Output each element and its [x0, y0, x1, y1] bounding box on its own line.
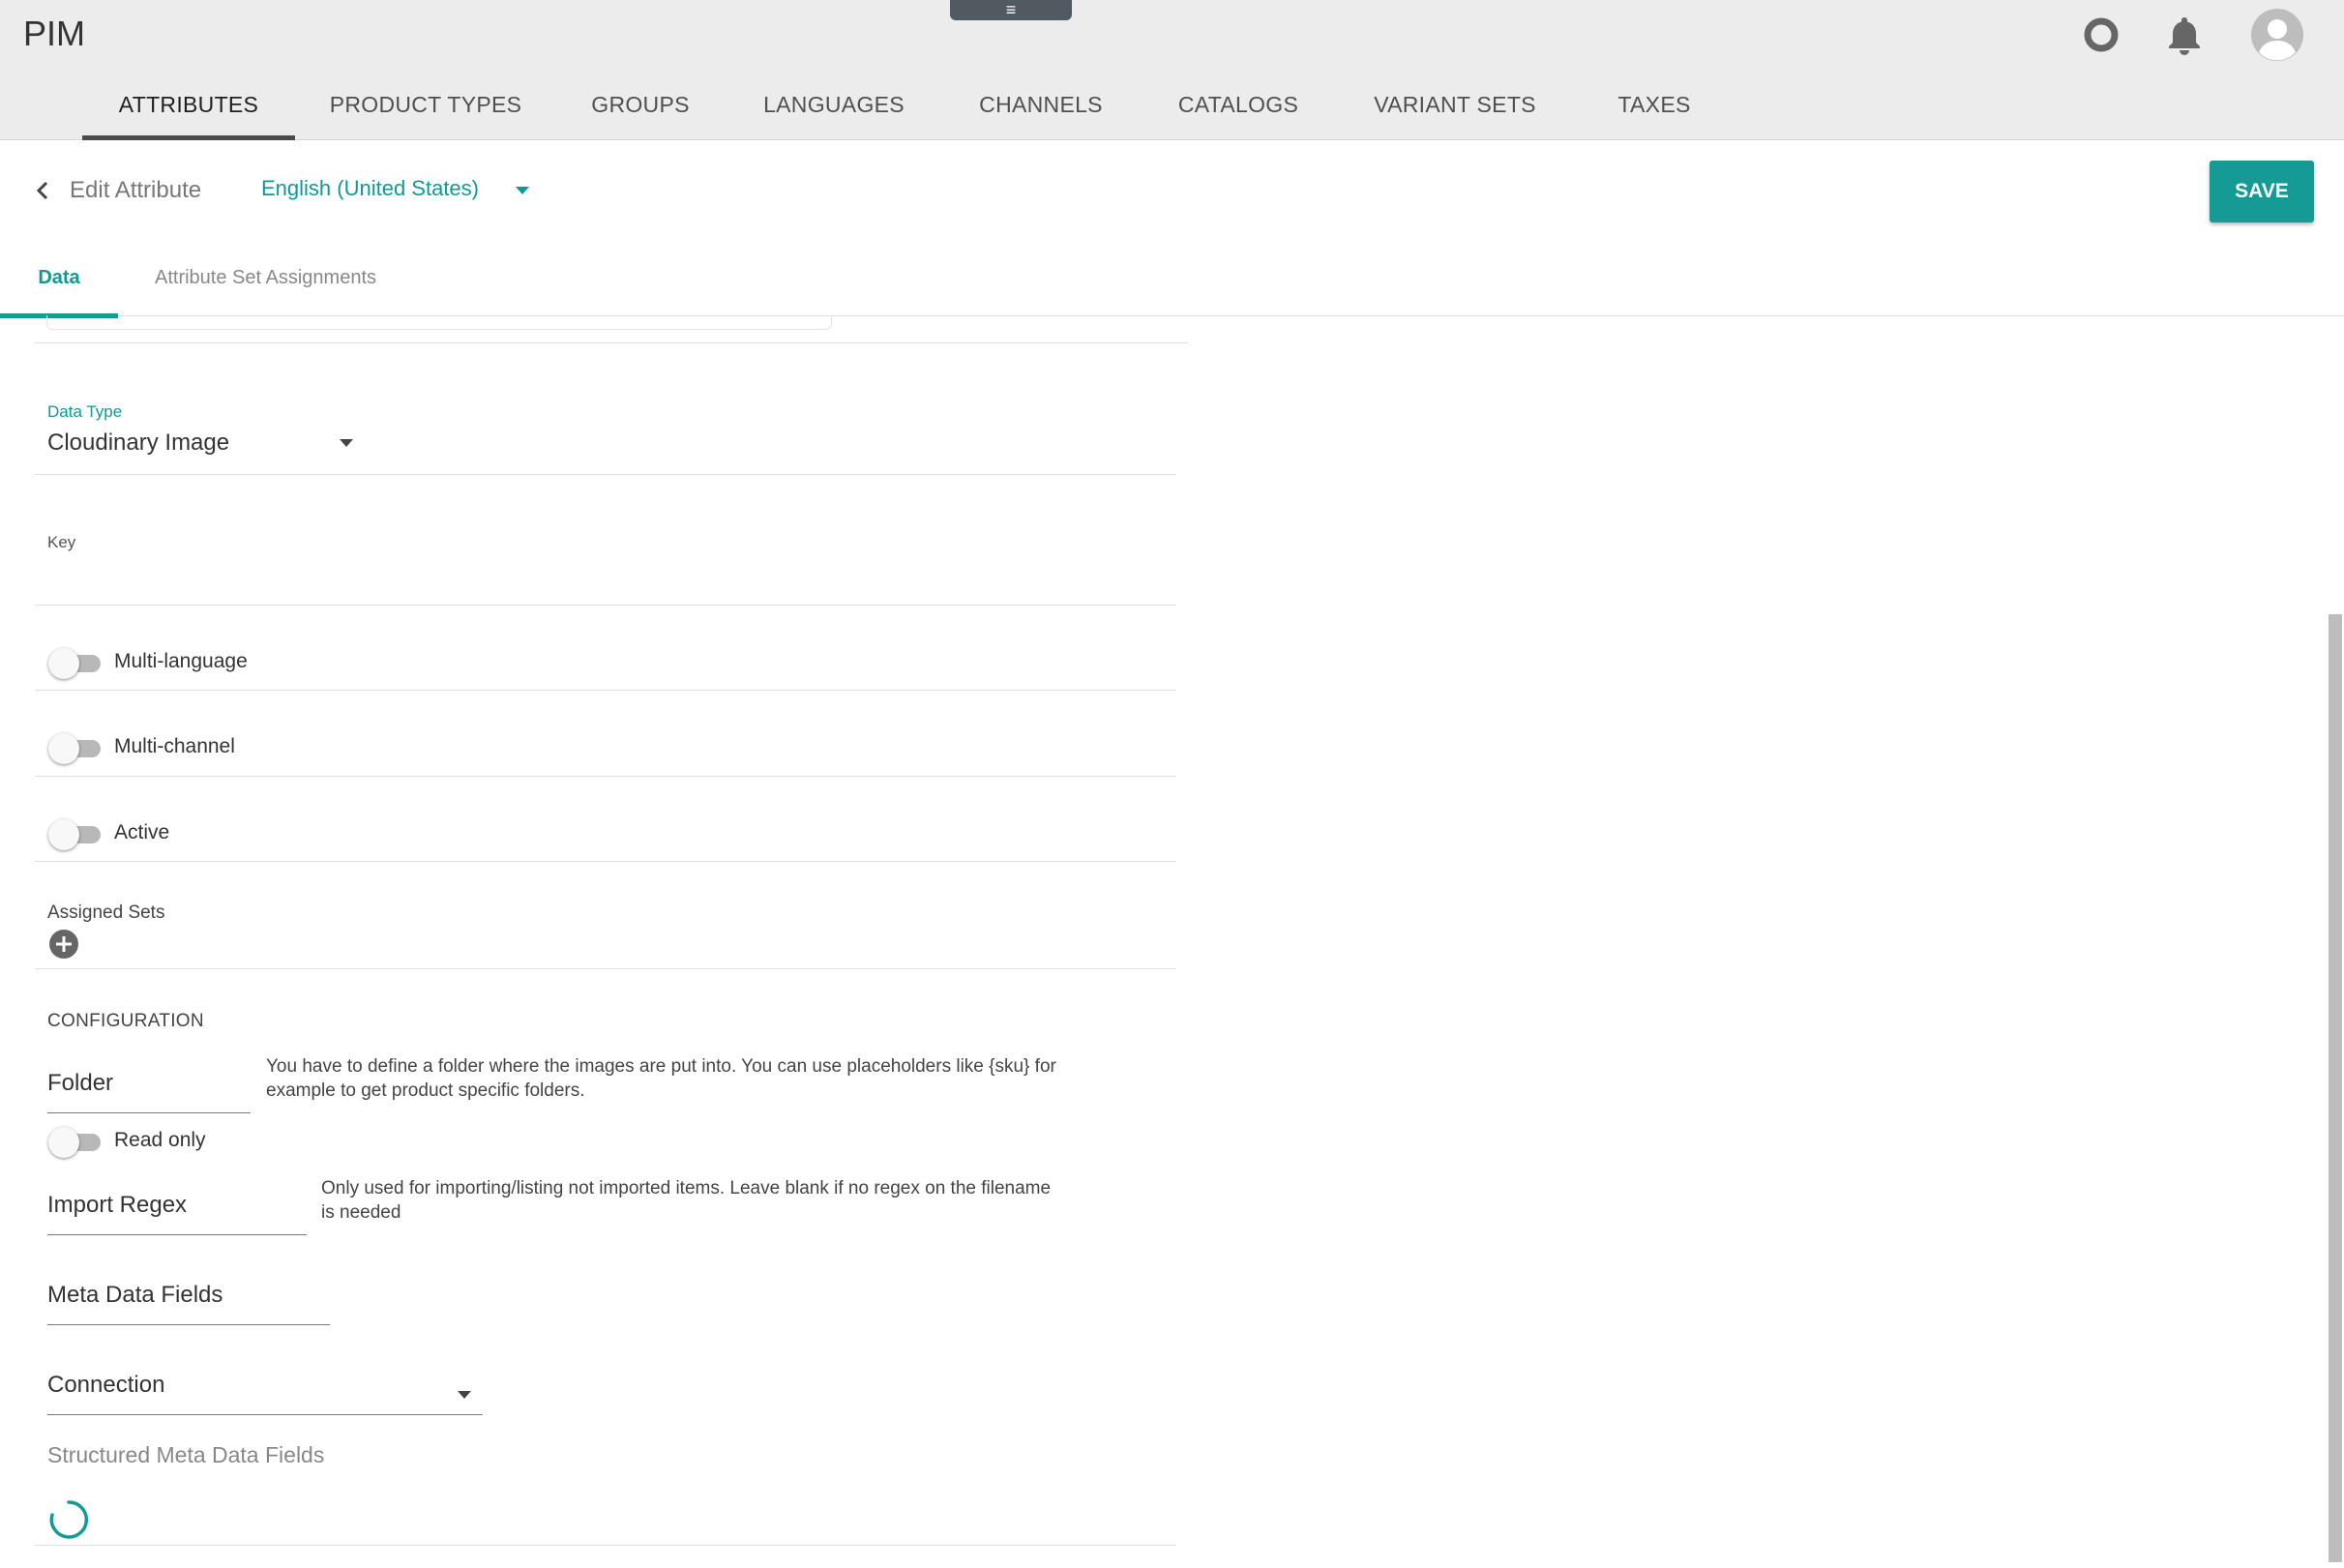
avatar-icon[interactable] [2250, 8, 2304, 62]
multi-channel-label: Multi-channel [114, 735, 235, 757]
menu-handle[interactable]: ≡ [950, 0, 1072, 20]
import-regex-placeholder: Import Regex [47, 1192, 188, 1218]
chevron-down-icon[interactable] [456, 1389, 473, 1401]
tab-product-types[interactable]: PRODUCT TYPES [329, 85, 522, 135]
tab-taxes[interactable]: TAXES [1606, 85, 1703, 135]
loading-spinner-icon [49, 1500, 89, 1539]
add-circle-icon[interactable] [48, 929, 79, 960]
tab-variant-sets[interactable]: VARIANT SETS [1366, 85, 1544, 135]
import-regex-hint: Only used for importing/listing not impo… [321, 1176, 1051, 1225]
chevron-down-icon[interactable] [513, 184, 532, 197]
pim-edit-attribute-page: PIM ≡ ATTRIBUTES PRODUCT TYPES GROUPS LA… [0, 0, 2344, 1568]
key-label: Key [47, 533, 76, 551]
multi-language-label: Multi-language [114, 650, 248, 672]
tab-data[interactable]: Data [0, 267, 118, 318]
folder-hint-line: example to get product specific folders. [266, 1080, 585, 1101]
scrolled-field-remnant [46, 315, 832, 330]
configuration-title: CONFIGURATION [47, 1011, 204, 1031]
read-only-toggle[interactable] [48, 1125, 103, 1158]
read-only-label: Read only [114, 1129, 206, 1151]
help-ring-icon[interactable] [2078, 12, 2124, 58]
multi-channel-toggle[interactable] [48, 731, 103, 764]
field-divider [35, 605, 1176, 606]
folder-input[interactable]: Folder [47, 1070, 251, 1113]
field-divider [35, 861, 1176, 862]
tab-attributes[interactable]: ATTRIBUTES [82, 85, 295, 140]
key-input[interactable] [47, 561, 1170, 596]
import-regex-hint-line: Only used for importing/listing not impo… [321, 1178, 1052, 1198]
sub-tabs: Data Attribute Set Assignments [0, 253, 2344, 318]
field-divider [35, 968, 1176, 969]
field-divider [35, 1545, 1176, 1546]
language-select[interactable]: English (United States) [261, 176, 479, 201]
meta-data-fields-placeholder: Meta Data Fields [47, 1282, 223, 1308]
chevron-down-icon[interactable] [338, 437, 355, 449]
field-divider [35, 474, 1176, 475]
folder-placeholder: Folder [47, 1070, 114, 1096]
import-regex-hint-line: is needed [321, 1202, 401, 1223]
field-divider [35, 342, 1188, 343]
data-type-label: Data Type [47, 402, 123, 421]
folder-hint-line: You have to define a folder where the im… [266, 1056, 1056, 1077]
field-divider [35, 690, 1176, 691]
app-header: PIM ≡ ATTRIBUTES PRODUCT TYPES GROUPS LA… [0, 0, 2344, 140]
tab-languages[interactable]: LANGUAGES [757, 85, 911, 135]
active-toggle[interactable] [48, 817, 103, 850]
active-label: Active [114, 821, 170, 843]
field-divider [35, 776, 1176, 777]
back-arrow-icon[interactable] [31, 176, 54, 205]
meta-data-fields-input[interactable]: Meta Data Fields [47, 1282, 330, 1325]
assigned-sets-label: Assigned Sets [47, 902, 165, 923]
app-title: PIM [23, 14, 86, 53]
tab-catalogs[interactable]: CATALOGS [1174, 85, 1302, 135]
multi-language-toggle[interactable] [48, 646, 103, 679]
data-type-select[interactable]: Cloudinary Image [47, 429, 229, 457]
tab-channels[interactable]: CHANNELS [975, 85, 1107, 135]
save-button[interactable]: SAVE [2210, 161, 2314, 222]
tab-groups[interactable]: GROUPS [584, 85, 697, 135]
folder-hint: You have to define a folder where the im… [266, 1054, 1056, 1103]
tab-attribute-set-assignments[interactable]: Attribute Set Assignments [155, 267, 376, 313]
vertical-scrollbar[interactable] [2329, 614, 2342, 1562]
main-nav: ATTRIBUTES PRODUCT TYPES GROUPS LANGUAGE… [0, 85, 2344, 140]
connection-select[interactable]: Connection [47, 1372, 483, 1415]
bell-icon[interactable] [2161, 12, 2208, 58]
page-title: Edit Attribute [70, 177, 202, 203]
import-regex-input[interactable]: Import Regex [47, 1192, 307, 1235]
structured-meta-data-fields-label: Structured Meta Data Fields [47, 1442, 325, 1467]
connection-placeholder: Connection [47, 1372, 165, 1398]
